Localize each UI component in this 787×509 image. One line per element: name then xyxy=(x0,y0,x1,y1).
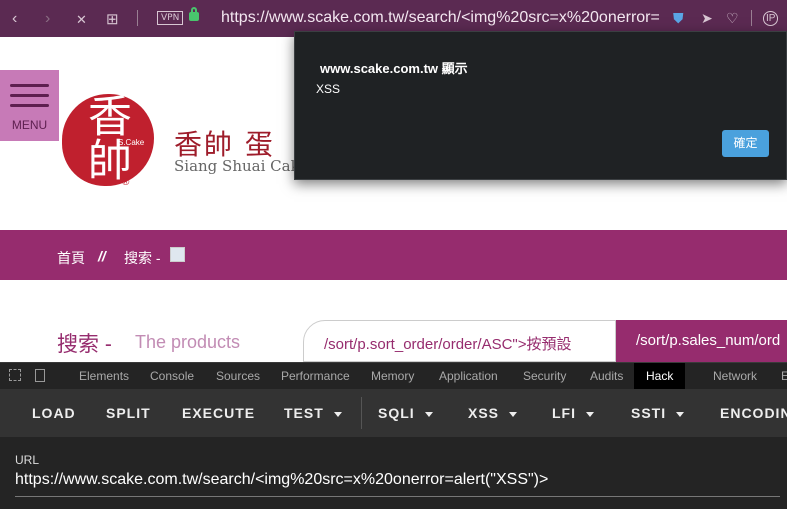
load-button[interactable]: LOAD xyxy=(32,405,76,421)
hackbar-toolbar: LOAD SPLIT EXECUTE TEST SQLI XSS LFI SST… xyxy=(0,389,787,437)
devtools-tabbar: Elements Console Sources Performance Mem… xyxy=(0,362,787,389)
logo-scake-text: S.Cake xyxy=(118,138,145,147)
chevron-down-icon xyxy=(676,411,685,417)
sort-default-label: /sort/p.sort_order/order/ASC">按預設 xyxy=(324,336,572,353)
breadcrumb-current: 搜索 - xyxy=(124,250,161,266)
url-input[interactable]: https://www.scake.com.tw/search/<img%20s… xyxy=(15,471,775,493)
logo-english-name: Siang Shuai Cake xyxy=(174,157,309,175)
tab-performance[interactable]: Performance xyxy=(281,369,350,383)
shield-icon[interactable]: ⛊ xyxy=(673,10,684,27)
heart-icon[interactable]: ♡ xyxy=(726,10,739,27)
menu-button[interactable]: MENU xyxy=(0,70,59,141)
chevron-down-icon xyxy=(424,411,433,417)
test-dropdown[interactable]: TEST xyxy=(284,405,342,421)
tab-security[interactable]: Security xyxy=(523,369,566,383)
search-subtitle: The products xyxy=(135,332,241,352)
tab-hack[interactable]: Hack xyxy=(634,363,686,389)
close-icon[interactable]: ✕ xyxy=(76,12,87,28)
inspect-icon[interactable] xyxy=(9,369,21,381)
toolbar-divider xyxy=(361,397,362,429)
registered-mark: ® xyxy=(122,177,130,188)
hamburger-icon xyxy=(10,104,49,107)
forward-icon[interactable]: › xyxy=(45,10,50,28)
toolbar-divider xyxy=(137,10,138,26)
breadcrumb-home[interactable]: 首頁 xyxy=(57,248,85,268)
vpn-badge[interactable]: VPN xyxy=(157,11,184,25)
lfi-label: LFI xyxy=(552,405,576,421)
test-label: TEST xyxy=(284,405,324,421)
search-section: 搜索 - The products /sort/p.sort_order/ord… xyxy=(0,280,787,362)
tab-memory[interactable]: Memory xyxy=(371,369,414,383)
tab-overflow[interactable]: E xyxy=(781,369,787,383)
chevron-down-icon xyxy=(586,411,594,417)
breadcrumb: 首頁 // 搜索 - xyxy=(0,230,787,280)
alert-message: XSS xyxy=(316,82,341,96)
send-icon[interactable]: ➤ xyxy=(701,10,713,27)
tab-sources[interactable]: Sources xyxy=(216,369,260,383)
xss-label: XSS xyxy=(468,405,500,421)
breadcrumb-separator: // xyxy=(98,248,106,264)
ok-button[interactable]: 確定 xyxy=(722,130,769,157)
split-button[interactable]: SPLIT xyxy=(106,405,151,421)
tab-application[interactable]: Application xyxy=(439,369,498,383)
logo-characters: 香帥 xyxy=(80,93,131,181)
broken-image-icon xyxy=(170,247,185,262)
toolbar-divider xyxy=(751,10,752,26)
device-toggle-icon[interactable] xyxy=(35,369,45,382)
execute-button[interactable]: EXECUTE xyxy=(182,405,255,421)
search-title: 搜索 - xyxy=(57,333,112,356)
tabs-grid-icon[interactable]: ⊞ xyxy=(106,10,119,28)
sort-sales-label: /sort/p.sales_num/ord xyxy=(636,332,781,349)
sqli-label: SQLI xyxy=(378,405,415,421)
chevron-down-icon xyxy=(333,411,342,417)
hamburger-icon xyxy=(10,94,49,97)
lock-icon xyxy=(189,7,199,21)
chevron-down-icon xyxy=(509,411,518,417)
xss-dropdown[interactable]: XSS xyxy=(468,405,518,421)
url-label: URL xyxy=(15,453,40,467)
menu-label: MENU xyxy=(11,118,48,132)
hackbar-url-panel: URL https://www.scake.com.tw/search/<img… xyxy=(0,437,787,509)
sort-default-option[interactable]: /sort/p.sort_order/order/ASC">按預設 xyxy=(303,320,616,362)
profile-icon[interactable]: IP xyxy=(763,11,779,26)
alert-dialog: www.scake.com.tw 顯示 XSS 確定 xyxy=(294,31,787,180)
sort-sales-option[interactable]: /sort/p.sales_num/ord xyxy=(616,320,787,362)
lfi-dropdown[interactable]: LFI xyxy=(552,405,594,421)
ssti-label: SSTI xyxy=(631,405,667,421)
ssti-dropdown[interactable]: SSTI xyxy=(631,405,685,421)
tab-audits[interactable]: Audits xyxy=(590,369,623,383)
tab-elements[interactable]: Elements xyxy=(79,369,129,383)
address-bar[interactable]: https://www.scake.com.tw/search/<img%20s… xyxy=(221,9,659,27)
tab-network[interactable]: Network xyxy=(713,369,757,383)
sqli-dropdown[interactable]: SQLI xyxy=(378,405,433,421)
alert-title: www.scake.com.tw 顯示 xyxy=(320,61,468,76)
tab-console[interactable]: Console xyxy=(150,369,194,383)
url-underline xyxy=(15,496,780,497)
encoding-dropdown[interactable]: ENCODING xyxy=(720,405,787,421)
hamburger-icon xyxy=(10,84,49,87)
back-icon[interactable]: ‹ xyxy=(12,10,17,28)
